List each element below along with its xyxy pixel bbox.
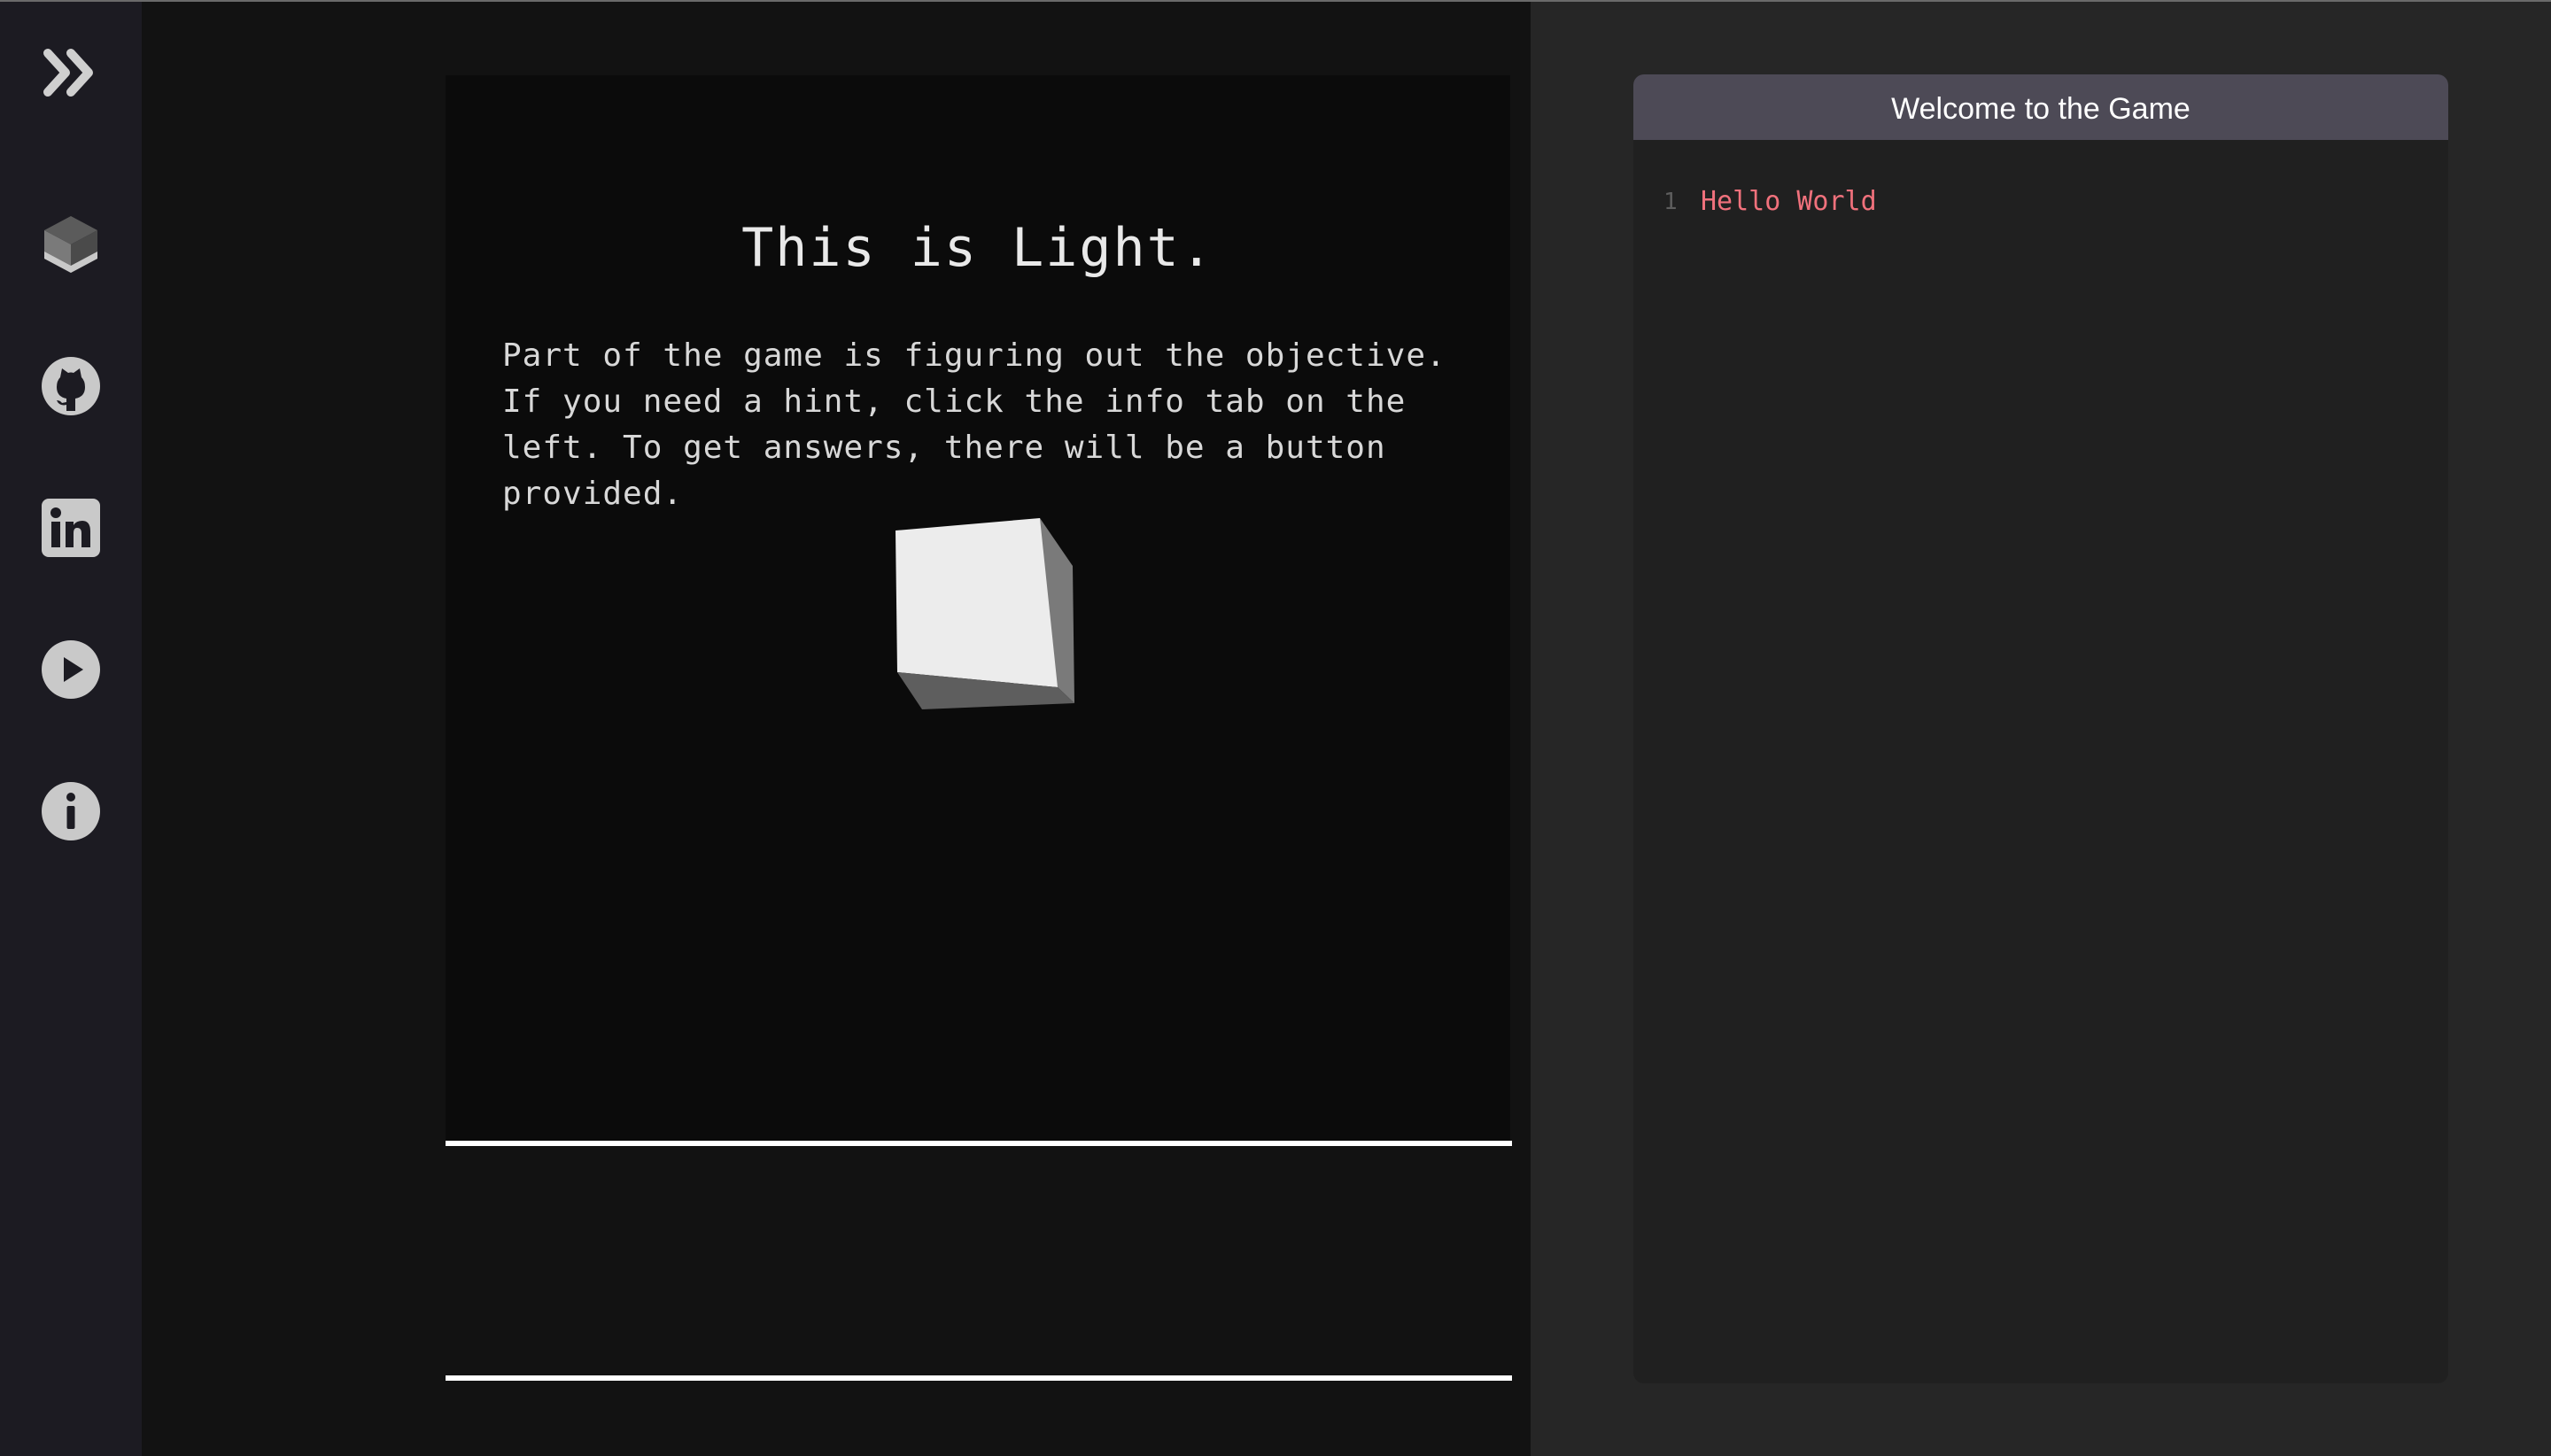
editor-title: Welcome to the Game xyxy=(1633,74,2448,140)
game-area: This is Light. Part of the game is figur… xyxy=(142,2,1531,1456)
right-panel: Welcome to the Game 1 Hello World xyxy=(1531,2,2551,1456)
info-icon[interactable] xyxy=(41,781,101,841)
divider-line xyxy=(446,1141,1512,1146)
expand-icon[interactable] xyxy=(41,43,101,103)
code-line[interactable]: 1 Hello World xyxy=(1633,181,2448,223)
divider-line xyxy=(446,1375,1512,1381)
linkedin-icon[interactable] xyxy=(41,498,101,558)
cube-icon[interactable] xyxy=(41,214,101,275)
sidebar xyxy=(0,2,142,1456)
github-icon[interactable] xyxy=(41,356,101,416)
line-number: 1 xyxy=(1663,189,1678,215)
line-text[interactable]: Hello World xyxy=(1701,181,1877,223)
game-title: This is Light. xyxy=(741,217,1214,280)
code-editor[interactable]: Welcome to the Game 1 Hello World xyxy=(1633,74,2448,1383)
game-canvas[interactable]: This is Light. Part of the game is figur… xyxy=(446,75,1510,1142)
white-cube[interactable] xyxy=(878,504,1090,716)
play-icon[interactable] xyxy=(41,639,101,700)
game-description: Part of the game is figuring out the obj… xyxy=(502,337,1446,512)
